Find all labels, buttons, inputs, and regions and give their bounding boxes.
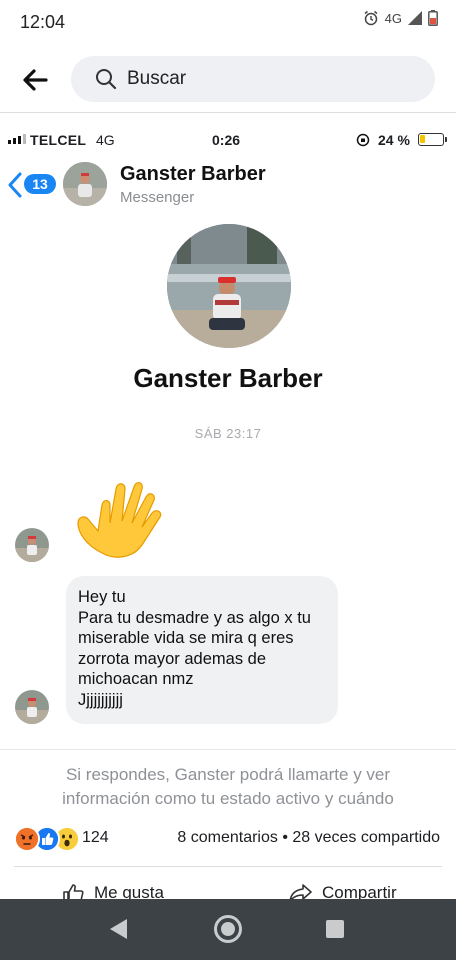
profile-photo[interactable] — [167, 224, 291, 348]
signal-icon — [408, 11, 422, 25]
nav-recents-icon[interactable] — [326, 920, 344, 938]
post-divider — [14, 866, 442, 867]
ios-carrier: TELCEL — [30, 132, 87, 148]
search-input[interactable]: Buscar — [71, 56, 435, 102]
waving-hand-icon — [77, 482, 162, 558]
sender-avatar[interactable] — [15, 528, 49, 562]
contact-name: Ganster Barber — [120, 163, 266, 185]
message-line: zorrota mayor ademas de — [78, 649, 267, 668]
reaction-icons[interactable] — [14, 826, 80, 852]
network-label: 4G — [384, 10, 402, 26]
divider — [0, 749, 456, 750]
ios-battery-pct: 24 % — [378, 132, 410, 148]
sender-avatar[interactable] — [15, 690, 49, 724]
reaction-count[interactable]: 124 — [82, 829, 109, 847]
message-line: Hey tu — [78, 588, 126, 606]
nav-back-icon[interactable] — [110, 919, 127, 939]
back-arrow-icon[interactable] — [22, 68, 48, 92]
ios-network: 4G — [96, 132, 115, 148]
unread-badge[interactable]: 13 — [24, 174, 56, 194]
angry-icon — [14, 826, 40, 852]
status-time: 12:04 — [20, 12, 66, 32]
message-line: michoacan nmz — [78, 670, 194, 688]
message-line: Jjjjjjjjjjj — [78, 690, 123, 709]
rotation-lock-icon — [356, 133, 370, 147]
cell-signal-icon — [8, 134, 26, 144]
reply-notice: Si respondes, Ganster podrá llamarte y v… — [0, 763, 456, 811]
contact-subtitle: Messenger — [120, 189, 195, 206]
chevron-left-icon[interactable] — [8, 172, 22, 198]
ios-battery-icon — [418, 133, 447, 146]
post-stats[interactable]: 8 comentarios • 28 veces compartido — [177, 829, 440, 847]
message-line: miserable vida se mira q eres — [78, 629, 294, 647]
contact-avatar[interactable] — [63, 162, 107, 206]
status-icons: 4G — [363, 10, 438, 26]
message-line: Para tu desmadre y as algo x tu — [78, 608, 311, 627]
header-divider — [0, 112, 456, 113]
fade-overlay — [0, 806, 456, 820]
search-icon — [96, 69, 117, 90]
search-placeholder: Buscar — [127, 68, 187, 89]
battery-icon — [428, 10, 438, 26]
notice-line: Si respondes, Ganster podrá llamarte y v… — [65, 765, 391, 784]
profile-name: Ganster Barber — [133, 363, 323, 393]
message-bubble[interactable]: Hey tu Para tu desmadre y as algo x tu m… — [66, 576, 338, 724]
nav-home-icon[interactable] — [214, 915, 242, 943]
alarm-icon — [364, 10, 378, 26]
message-timestamp: SÁB 23:17 — [194, 426, 262, 441]
ios-time: 0:26 — [212, 132, 241, 148]
